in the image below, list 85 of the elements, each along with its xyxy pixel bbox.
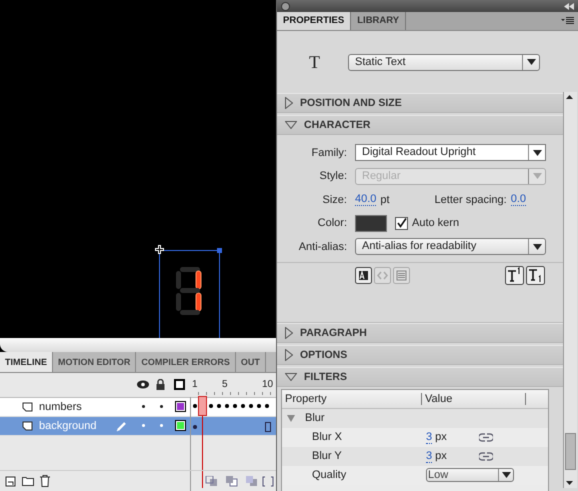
- eye-icon[interactable]: [137, 380, 149, 389]
- collapse-triangle-icon[interactable]: [285, 97, 293, 109]
- visibility-dot-icon[interactable]: [142, 405, 145, 408]
- expand-triangle-icon[interactable]: [285, 121, 297, 129]
- vertical-scrollbar[interactable]: [563, 92, 577, 488]
- section-header[interactable]: OPTIONS: [277, 344, 563, 364]
- property-value[interactable]: 3: [426, 450, 432, 462]
- section-header[interactable]: CHARACTER: [277, 115, 563, 135]
- property-value[interactable]: 3: [426, 430, 432, 444]
- horizontal-scrollbar[interactable]: [0, 338, 276, 352]
- collapse-triangle-icon[interactable]: [285, 326, 293, 338]
- layer-icon: [22, 421, 33, 431]
- timeline-tab[interactable]: COMPILER ERRORS: [136, 352, 236, 372]
- folder-icon[interactable]: [22, 476, 34, 486]
- field-label: Style:: [318, 170, 347, 182]
- visibility-dot-icon[interactable]: [142, 424, 145, 427]
- caret-icon: [532, 244, 542, 250]
- column-header[interactable]: Value: [421, 392, 525, 404]
- superscript-icon[interactable]: [505, 266, 524, 285]
- lock-icon[interactable]: [156, 379, 165, 390]
- playhead[interactable]: [198, 396, 207, 416]
- frame-number: 5: [222, 379, 228, 390]
- expand-triangle-icon[interactable]: [287, 414, 295, 422]
- caret-icon: [532, 150, 542, 156]
- field-label: Anti-alias:: [298, 240, 347, 252]
- border-text-icon: [393, 267, 410, 284]
- field-label: Color:: [316, 217, 347, 229]
- panel-tab[interactable]: PROPERTIES: [277, 12, 352, 30]
- pencil-icon: [116, 420, 128, 432]
- new-layer-icon[interactable]: [5, 476, 16, 486]
- font-family-dropdown[interactable]: Digital Readout Upright: [355, 144, 546, 161]
- property-label: Blur X: [311, 431, 343, 443]
- frame-number: 10: [262, 379, 274, 390]
- layer-color-swatch[interactable]: [175, 420, 186, 431]
- section-header[interactable]: FILTERS: [277, 366, 563, 386]
- unit-label: px: [435, 431, 447, 443]
- selectable-text-icon[interactable]: [355, 267, 372, 284]
- collapse-panel-icon[interactable]: [564, 2, 574, 10]
- collapse-triangle-icon[interactable]: [285, 348, 293, 360]
- text-tool-icon: T: [309, 52, 320, 72]
- quality-dropdown[interactable]: Low: [426, 468, 514, 482]
- panel-menu-icon[interactable]: [561, 17, 574, 25]
- timeline-tab[interactable]: TIMELINE: [0, 352, 53, 372]
- panel-tab[interactable]: LIBRARY: [351, 12, 406, 30]
- html-render-icon: [374, 267, 391, 284]
- unit-label: px: [435, 450, 447, 462]
- letter-spacing-value[interactable]: 0.0: [510, 193, 526, 206]
- layer-color-swatch[interactable]: [175, 401, 186, 412]
- color-swatch[interactable]: [355, 214, 387, 232]
- move-handle-icon[interactable]: [155, 245, 164, 254]
- anti-alias-dropdown[interactable]: Anti-alias for readability: [355, 238, 546, 255]
- caret-icon: [526, 59, 536, 65]
- layer-icon: [22, 402, 33, 412]
- section-header[interactable]: PARAGRAPH: [277, 322, 563, 342]
- column-header[interactable]: Property: [282, 392, 421, 404]
- frame-number: 1: [192, 379, 198, 390]
- caret-icon: [532, 173, 542, 179]
- font-size-value[interactable]: 40.0: [355, 193, 376, 206]
- timeline-tab[interactable]: OUT: [236, 352, 266, 372]
- timeline-tab[interactable]: MOTION EDITOR: [53, 352, 136, 372]
- link-icon[interactable]: [478, 432, 493, 442]
- outline-icon[interactable]: [174, 379, 185, 390]
- close-icon[interactable]: [281, 2, 290, 10]
- caret-icon: [502, 472, 510, 478]
- lock-dot-icon[interactable]: [160, 405, 163, 408]
- property-label: Quality: [311, 469, 348, 481]
- unit-label: pt: [380, 194, 390, 206]
- section-header[interactable]: POSITION AND SIZE: [277, 93, 563, 113]
- layer-name[interactable]: numbers: [39, 401, 82, 413]
- field-label: Letter spacing:: [434, 194, 507, 206]
- link-icon[interactable]: [478, 450, 493, 462]
- trash-icon[interactable]: [40, 475, 50, 487]
- checkbox[interactable]: [395, 216, 408, 230]
- text-selection-box[interactable]: [159, 250, 220, 338]
- checkbox-label: Auto kern: [412, 217, 460, 229]
- layer-row[interactable]: numbers: [0, 398, 276, 417]
- text-type-dropdown[interactable]: Static Text: [348, 54, 540, 70]
- lock-dot-icon[interactable]: [160, 424, 163, 427]
- field-label: Family:: [310, 146, 347, 158]
- field-label: Size:: [322, 194, 347, 206]
- subscript-icon[interactable]: [526, 266, 545, 285]
- property-label: Blur Y: [311, 450, 343, 462]
- filter-name[interactable]: Blur: [305, 412, 325, 424]
- expand-triangle-icon[interactable]: [285, 372, 297, 380]
- scrollbar-thumb[interactable]: [565, 433, 576, 470]
